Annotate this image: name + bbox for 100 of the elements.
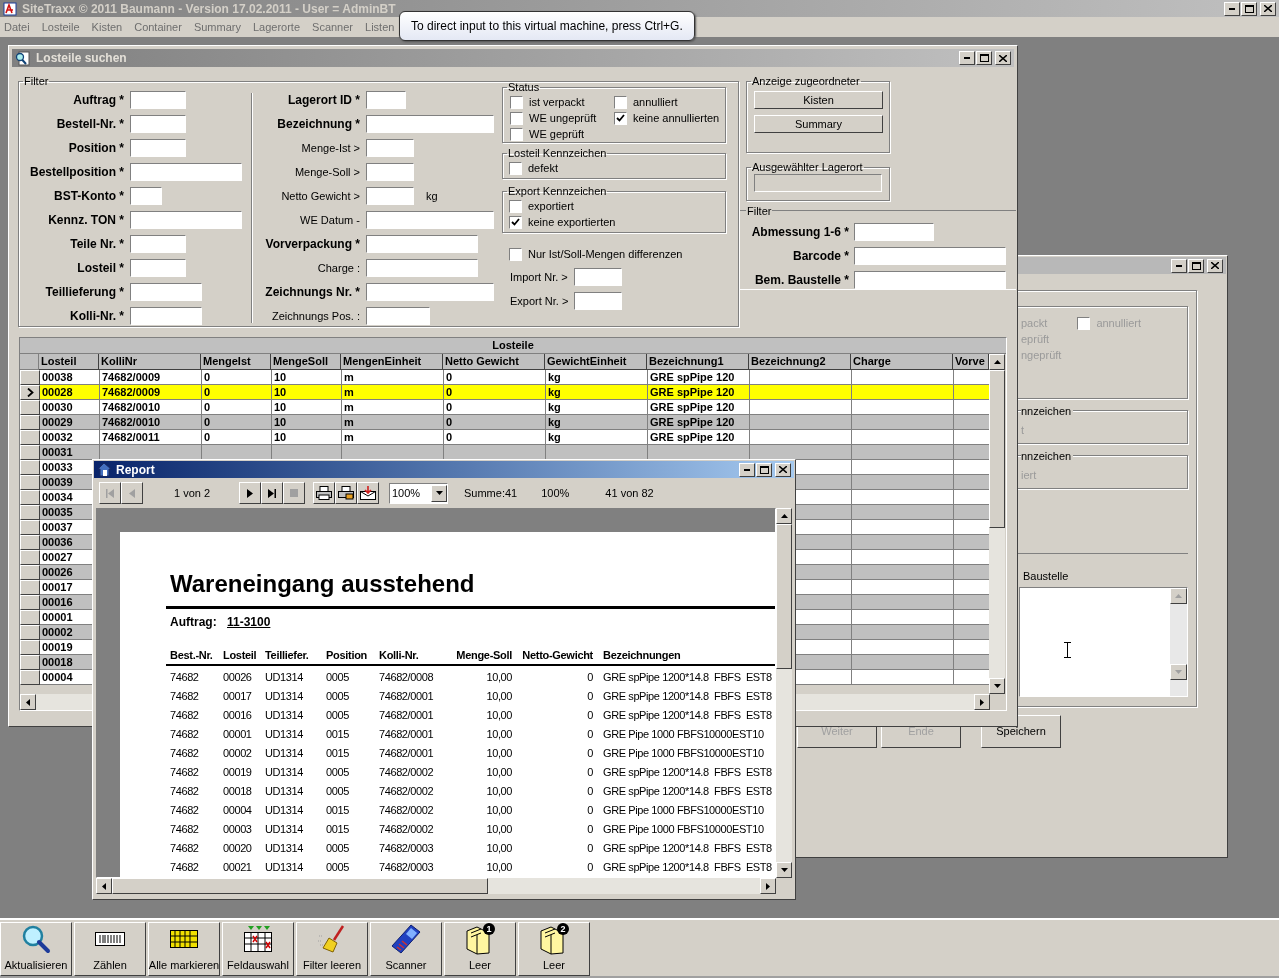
- input-field[interactable]: [130, 307, 202, 325]
- column-header[interactable]: MengeSoll: [271, 354, 341, 370]
- column-header[interactable]: KolliNr: [99, 354, 201, 370]
- input-field[interactable]: [366, 307, 430, 325]
- checkbox[interactable]: [510, 95, 523, 109]
- minimize-button[interactable]: [959, 51, 975, 65]
- close-button[interactable]: [775, 462, 791, 477]
- input-field[interactable]: [130, 115, 186, 133]
- horizontal-scrollbar[interactable]: [96, 878, 776, 894]
- input-field[interactable]: [130, 163, 242, 181]
- column-header[interactable]: Losteil: [39, 354, 99, 370]
- row-header[interactable]: [20, 415, 40, 430]
- row-header[interactable]: [20, 580, 40, 595]
- column-header[interactable]: Bezeichnung1: [647, 354, 749, 370]
- input-field[interactable]: [854, 246, 1006, 265]
- input-field[interactable]: [130, 235, 186, 253]
- minimize-button[interactable]: [739, 462, 755, 477]
- checkbox[interactable]: [614, 111, 627, 125]
- column-header[interactable]: GewichtEinheit: [545, 354, 647, 370]
- print-button[interactable]: [313, 482, 335, 504]
- row-header[interactable]: [20, 445, 40, 460]
- checkbox[interactable]: [614, 95, 627, 109]
- menu-item[interactable]: Kisten: [91, 18, 123, 36]
- grid-row[interactable]: 00028 74682/0009 0 10 m 0 kg GRE spPipe 120: [20, 385, 989, 400]
- input-field[interactable]: [366, 91, 406, 109]
- input-field[interactable]: [574, 292, 622, 310]
- input-field[interactable]: [130, 91, 186, 109]
- input-field[interactable]: [854, 270, 1006, 289]
- toolbar-button[interactable]: Filter leeren: [296, 922, 368, 976]
- input-field[interactable]: [574, 268, 622, 286]
- row-header[interactable]: [20, 670, 40, 685]
- checkbox[interactable]: [509, 199, 522, 213]
- checkbox[interactable]: [510, 111, 523, 125]
- row-header[interactable]: [20, 640, 40, 655]
- close-button[interactable]: [1260, 1, 1276, 16]
- input-field[interactable]: [366, 283, 494, 301]
- assigned-button[interactable]: Kisten: [754, 91, 883, 109]
- maximize-button[interactable]: [976, 51, 992, 65]
- input-field[interactable]: [366, 211, 494, 229]
- input-field[interactable]: [130, 139, 186, 157]
- checkbox[interactable]: [509, 247, 522, 261]
- row-header[interactable]: [20, 565, 40, 580]
- grid-row[interactable]: 00029 74682/0010 0 10 m 0 kg GRE spPipe 120: [20, 415, 989, 430]
- column-header[interactable]: Charge: [851, 354, 953, 370]
- row-header[interactable]: [20, 625, 40, 640]
- row-header[interactable]: [20, 430, 40, 445]
- minimize-button[interactable]: [1171, 258, 1187, 273]
- scroll-down-button[interactable]: [1170, 663, 1187, 680]
- notes-field[interactable]: [1019, 586, 1188, 697]
- row-header[interactable]: [20, 610, 40, 625]
- input-field[interactable]: [130, 283, 202, 301]
- scroll-up-button[interactable]: [1170, 587, 1187, 604]
- input-field[interactable]: [366, 235, 478, 253]
- grid-row[interactable]: 00038 74682/0009 0 10 m 0 kg GRE spPipe 120: [20, 370, 989, 385]
- assigned-button[interactable]: Summary: [754, 115, 883, 133]
- row-header[interactable]: [20, 385, 40, 400]
- row-header[interactable]: [20, 550, 40, 565]
- input-field[interactable]: [130, 211, 242, 229]
- maximize-button[interactable]: [1188, 258, 1204, 273]
- row-header[interactable]: [20, 655, 40, 670]
- input-field[interactable]: [366, 259, 478, 277]
- print-setup-button[interactable]: [335, 482, 357, 504]
- close-button[interactable]: [995, 51, 1011, 65]
- input-field[interactable]: [366, 187, 414, 205]
- row-header[interactable]: [20, 595, 40, 610]
- zoom-select[interactable]: 100%: [389, 482, 448, 504]
- vertical-scrollbar[interactable]: [776, 508, 792, 878]
- input-field[interactable]: [854, 222, 934, 241]
- input-field[interactable]: [366, 115, 494, 133]
- previous-page-button[interactable]: [121, 482, 143, 504]
- row-header[interactable]: [20, 490, 40, 505]
- checkbox[interactable]: [509, 215, 522, 229]
- maximize-button[interactable]: [756, 462, 772, 477]
- toolbar-button[interactable]: Feldauswahl: [222, 922, 294, 976]
- toolbar-button[interactable]: 2 Leer: [518, 922, 590, 976]
- toolbar-button[interactable]: Alle markieren: [148, 922, 220, 976]
- input-field[interactable]: [130, 187, 162, 205]
- column-header[interactable]: MengeIst: [201, 354, 271, 370]
- export-button[interactable]: [357, 482, 379, 504]
- column-header[interactable]: Netto Gewicht: [443, 354, 545, 370]
- grid-row[interactable]: 00032 74682/0011 0 10 m 0 kg GRE spPipe 120: [20, 430, 989, 445]
- last-page-button[interactable]: [261, 482, 283, 504]
- column-header[interactable]: MengenEinheit: [341, 354, 443, 370]
- input-field[interactable]: [366, 139, 414, 157]
- toolbar-button[interactable]: Aktualisieren: [0, 922, 72, 976]
- grid-row[interactable]: 00031: [20, 445, 989, 460]
- next-page-button[interactable]: [239, 482, 261, 504]
- minimize-button[interactable]: [1224, 1, 1240, 16]
- grid-row[interactable]: 00030 74682/0010 0 10 m 0 kg GRE spPipe 120: [20, 400, 989, 415]
- toolbar-button[interactable]: Zählen: [74, 922, 146, 976]
- row-header[interactable]: [20, 520, 40, 535]
- row-header[interactable]: [20, 475, 40, 490]
- input-field[interactable]: [366, 163, 414, 181]
- maximize-button[interactable]: [1241, 1, 1257, 16]
- row-header[interactable]: [20, 505, 40, 520]
- toolbar-button[interactable]: Scanner: [370, 922, 442, 976]
- toolbar-button[interactable]: 1 Leer: [444, 922, 516, 976]
- input-field[interactable]: [130, 259, 186, 277]
- checkbox[interactable]: [509, 161, 522, 175]
- checkbox[interactable]: [1077, 316, 1091, 330]
